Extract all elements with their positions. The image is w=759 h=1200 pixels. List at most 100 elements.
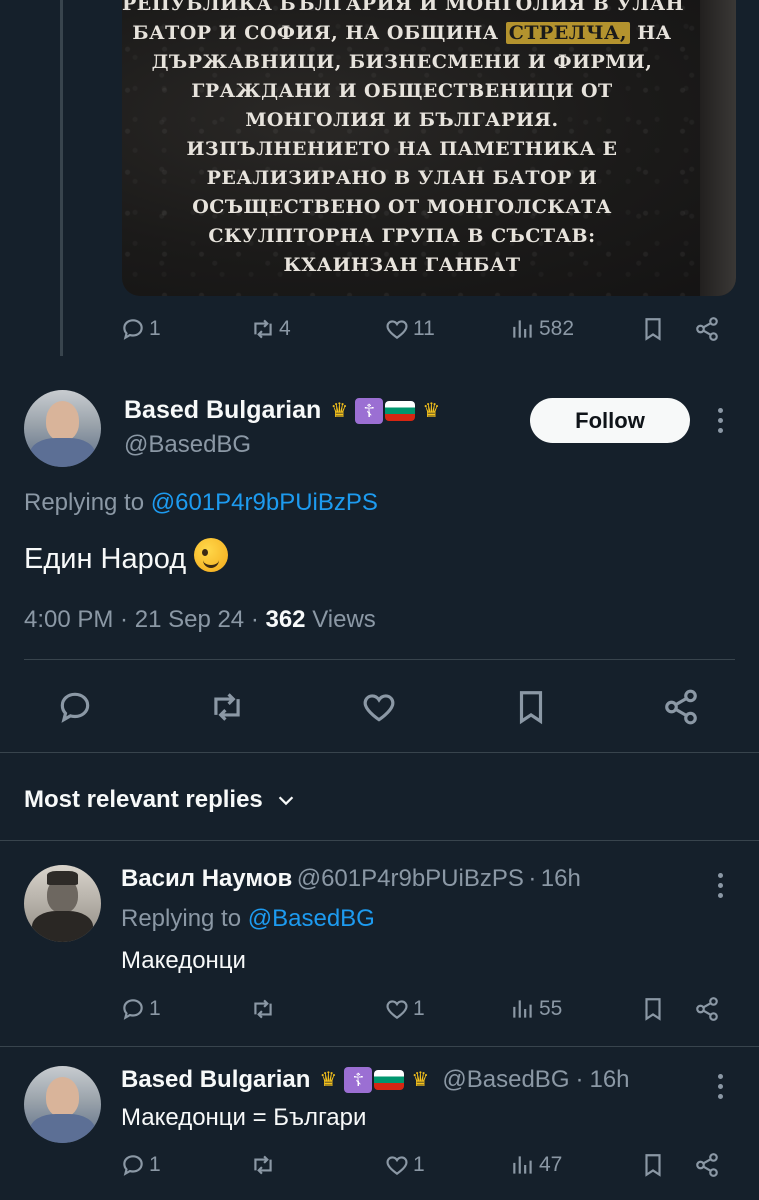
reply-header: Васил Наумов @601P4r9bPUiBzPS · 16h [121,865,581,893]
plaque-line: ИЗПЪЛНЕНИЕТО НА ПАМЕТНИКА Е [186,138,618,160]
section-divider [0,840,759,841]
bookmark-button[interactable] [512,688,550,726]
replying-handle-link[interactable]: @BasedBG [248,905,375,932]
replies-section-title: Most relevant replies [24,786,263,813]
main-tweet-actions [0,688,759,726]
avatar-body [30,1113,95,1143]
reply-button[interactable]: 1 [120,316,161,342]
reply-author-handle[interactable]: @BasedBG [442,1066,569,1094]
replying-handle-link[interactable]: @601P4r9bPUiBzPS [151,489,378,516]
views-button[interactable]: 55 [510,996,562,1022]
author-row: Based Bulgarian ♛ ☦ ♛ [124,396,445,425]
share-button[interactable] [694,996,720,1022]
reply-author-handle[interactable]: @601P4r9bPUiBzPS [297,865,524,892]
reply-author-name[interactable]: Васил Наумов [121,865,292,892]
name-badges: ♛ ☦ ♛ [314,1067,434,1093]
heart-icon [363,694,395,722]
heart-icon [386,320,408,339]
replying-to: Replying to @BasedBG [121,905,375,933]
bulgaria-flag-icon [374,1070,405,1090]
plaque-line: БАТОР И СОФИЯ, НА ОБЩИНА СТРЕЛЧА, НА [122,19,682,48]
avatar-head [45,1076,80,1117]
reply-age[interactable]: 16h [541,865,581,892]
repost-icon [254,319,272,339]
views-total: 362 [265,606,306,633]
plaque-line: ДЪРЖАВНИЦИ, БИЗНЕСМЕНИ И ФИРМИ, [151,51,653,73]
plaque-line: ОСЪЩЕСТВЕНО ОТ МОНГОЛСКАТА [192,196,612,218]
more-icon[interactable] [715,873,725,903]
reply-text: Македонци [121,947,246,974]
like-count: 1 [413,997,425,1020]
plaque-highlight: СТРЕЛЧА, [505,22,631,44]
more-icon[interactable] [715,408,725,438]
avatar[interactable] [24,390,101,467]
share-icon [696,317,718,341]
replying-prefix: Replying to [24,489,145,516]
share-button[interactable] [662,688,700,726]
share-button[interactable] [694,1152,720,1178]
share-icon [665,689,697,725]
divider [24,659,735,660]
reply-button[interactable]: 1 [120,1152,161,1178]
tweet-meta: 4:00 PM · 21 Sep 24 · 362 Views [24,606,376,633]
reply-author-name[interactable]: Based Bulgarian [121,1066,310,1094]
heart-icon [386,1000,408,1019]
bookmark-button[interactable] [640,316,666,342]
like-button[interactable]: 1 [384,1152,425,1178]
bookmark-icon [645,1154,661,1177]
avatar[interactable] [24,865,101,942]
tweet-date[interactable]: 21 Sep 24 [135,606,244,633]
reply-button[interactable] [56,688,94,726]
author-name[interactable]: Based Bulgarian [124,396,321,425]
section-divider [0,1046,759,1047]
views-icon [513,1156,532,1174]
plaque-line: ГРАЖДАНИ И ОБЩЕСТВЕНИЦИ ОТ [191,80,613,102]
plaque-text: РЕПУБЛИКА БЪЛГАРИЯ И МОНГОЛИЯ В УЛАН БАТ… [122,0,684,280]
author-handle[interactable]: @BasedBG [124,431,251,459]
repost-button[interactable] [250,1152,279,1178]
heart-icon [386,1156,408,1175]
replies-sort-dropdown[interactable]: Most relevant replies [24,786,297,814]
views-count: 47 [539,1153,563,1176]
orthodox-cross-icon: ☦ [355,397,384,424]
reply-age[interactable]: 16h [589,1066,629,1094]
like-button[interactable]: 11 [384,316,435,342]
avatar-body [31,911,94,942]
reply-count: 1 [149,997,161,1020]
winking-face-icon [194,538,229,572]
repost-icon [254,999,272,1019]
reply-actions: 1 1 55 [0,994,759,1030]
repost-button[interactable] [250,996,279,1022]
bookmark-icon [645,998,661,1021]
more-icon[interactable] [715,1074,725,1104]
views-icon [513,1000,532,1018]
separator-dot: · [528,865,537,892]
plaque-line-tail: НА [637,22,672,44]
crown-icon: ♛ [411,1069,430,1091]
reply-icon [123,999,143,1020]
avatar-hat [47,871,78,886]
bookmark-icon [645,318,661,341]
share-button[interactable] [694,316,720,342]
repost-button[interactable]: 4 [250,316,291,342]
bookmark-button[interactable] [640,996,666,1022]
views-button[interactable]: 582 [510,316,574,342]
views-button[interactable]: 47 [510,1152,562,1178]
reply-icon [123,1155,143,1176]
tweet-text: Един Народ [24,543,187,575]
reply-button[interactable]: 1 [120,996,161,1022]
repost-button[interactable] [208,688,246,726]
replying-prefix: Replying to [121,905,242,932]
like-button[interactable] [360,688,398,726]
avatar[interactable] [24,1066,101,1143]
tweet-time[interactable]: 4:00 PM [24,606,113,633]
follow-button[interactable]: Follow [530,398,690,443]
like-button[interactable]: 1 [384,996,425,1022]
bookmark-button[interactable] [640,1152,666,1178]
share-icon [696,997,718,1021]
repost-count: 4 [279,317,291,340]
like-count: 1 [413,1153,425,1176]
share-icon [696,1153,718,1177]
bulgaria-flag-icon [385,400,416,421]
post-image[interactable]: РЕПУБЛИКА БЪЛГАРИЯ И МОНГОЛИЯ В УЛАН БАТ… [122,0,736,296]
